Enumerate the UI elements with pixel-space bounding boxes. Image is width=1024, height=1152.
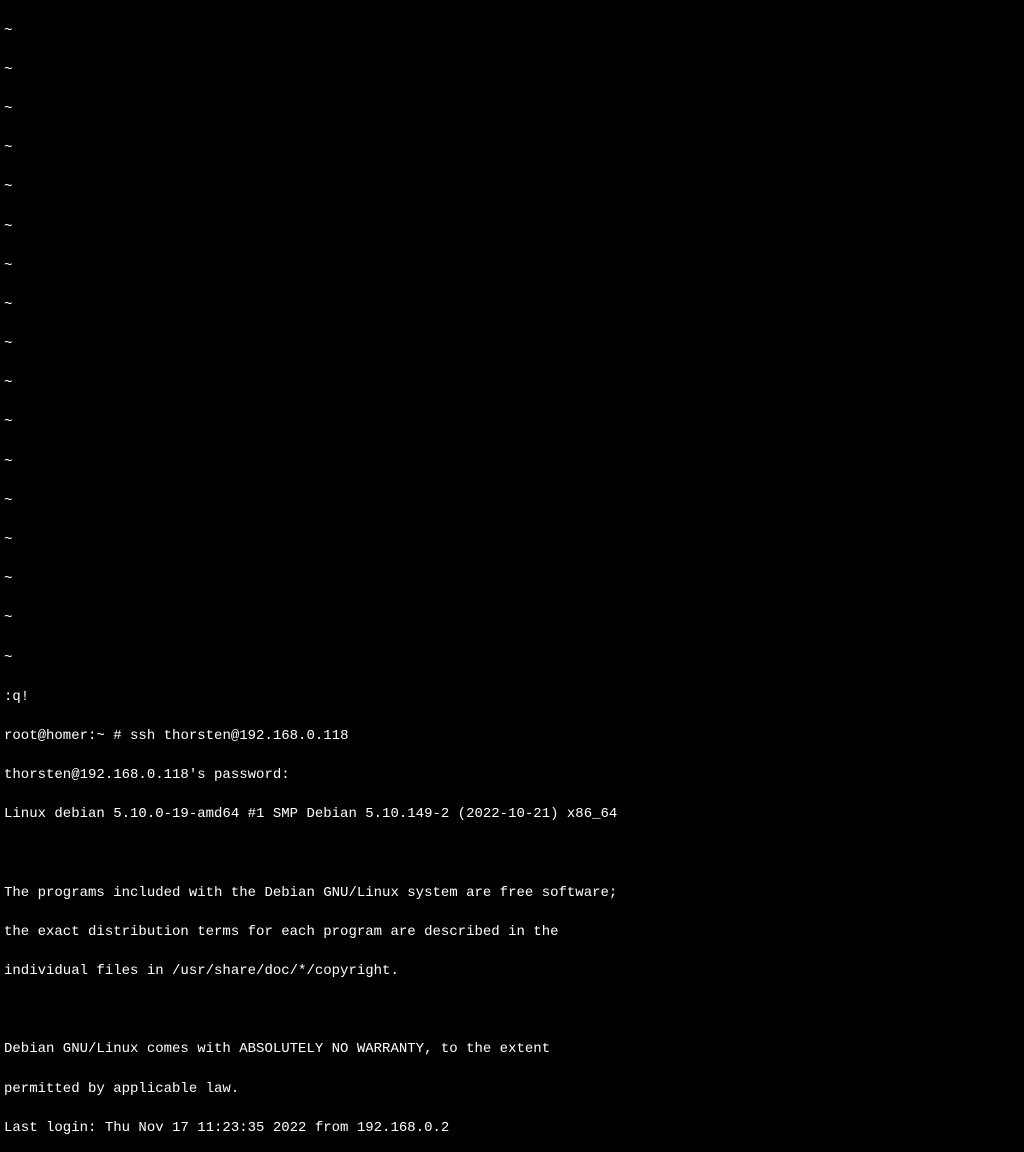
blank-line bbox=[4, 845, 1020, 865]
motd-line: the exact distribution terms for each pr… bbox=[4, 923, 1020, 943]
ssh-command: ssh thorsten@192.168.0.118 bbox=[130, 728, 348, 744]
terminal-output[interactable]: ~ ~ ~ ~ ~ ~ ~ ~ ~ ~ ~ ~ ~ ~ ~ ~ ~ :q! ro… bbox=[4, 2, 1020, 1152]
vim-empty-line: ~ bbox=[4, 61, 1020, 81]
vim-empty-line: ~ bbox=[4, 22, 1020, 42]
motd-line: Debian GNU/Linux comes with ABSOLUTELY N… bbox=[4, 1040, 1020, 1060]
motd-line: The programs included with the Debian GN… bbox=[4, 884, 1020, 904]
vim-empty-line: ~ bbox=[4, 413, 1020, 433]
vim-empty-line: ~ bbox=[4, 139, 1020, 159]
kernel-info: Linux debian 5.10.0-19-amd64 #1 SMP Debi… bbox=[4, 805, 1020, 825]
shell-line: root@homer:~ # ssh thorsten@192.168.0.11… bbox=[4, 727, 1020, 747]
vim-empty-line: ~ bbox=[4, 453, 1020, 473]
last-login-line: Last login: Thu Nov 17 11:23:35 2022 fro… bbox=[4, 1119, 1020, 1139]
vim-empty-line: ~ bbox=[4, 531, 1020, 551]
vim-quit-command: :q! bbox=[4, 688, 1020, 708]
vim-empty-line: ~ bbox=[4, 609, 1020, 629]
vim-empty-line: ~ bbox=[4, 649, 1020, 669]
vim-empty-line: ~ bbox=[4, 257, 1020, 277]
blank-line bbox=[4, 1001, 1020, 1021]
vim-empty-line: ~ bbox=[4, 570, 1020, 590]
vim-empty-line: ~ bbox=[4, 100, 1020, 120]
motd-line: individual files in /usr/share/doc/*/cop… bbox=[4, 962, 1020, 982]
vim-empty-line: ~ bbox=[4, 218, 1020, 238]
vim-empty-line: ~ bbox=[4, 296, 1020, 316]
vim-empty-line: ~ bbox=[4, 492, 1020, 512]
vim-empty-line: ~ bbox=[4, 335, 1020, 355]
password-prompt-line: thorsten@192.168.0.118's password: bbox=[4, 766, 1020, 786]
root-prompt: root@homer:~ # bbox=[4, 728, 130, 744]
vim-empty-line: ~ bbox=[4, 374, 1020, 394]
motd-line: permitted by applicable law. bbox=[4, 1080, 1020, 1100]
vim-empty-line: ~ bbox=[4, 178, 1020, 198]
